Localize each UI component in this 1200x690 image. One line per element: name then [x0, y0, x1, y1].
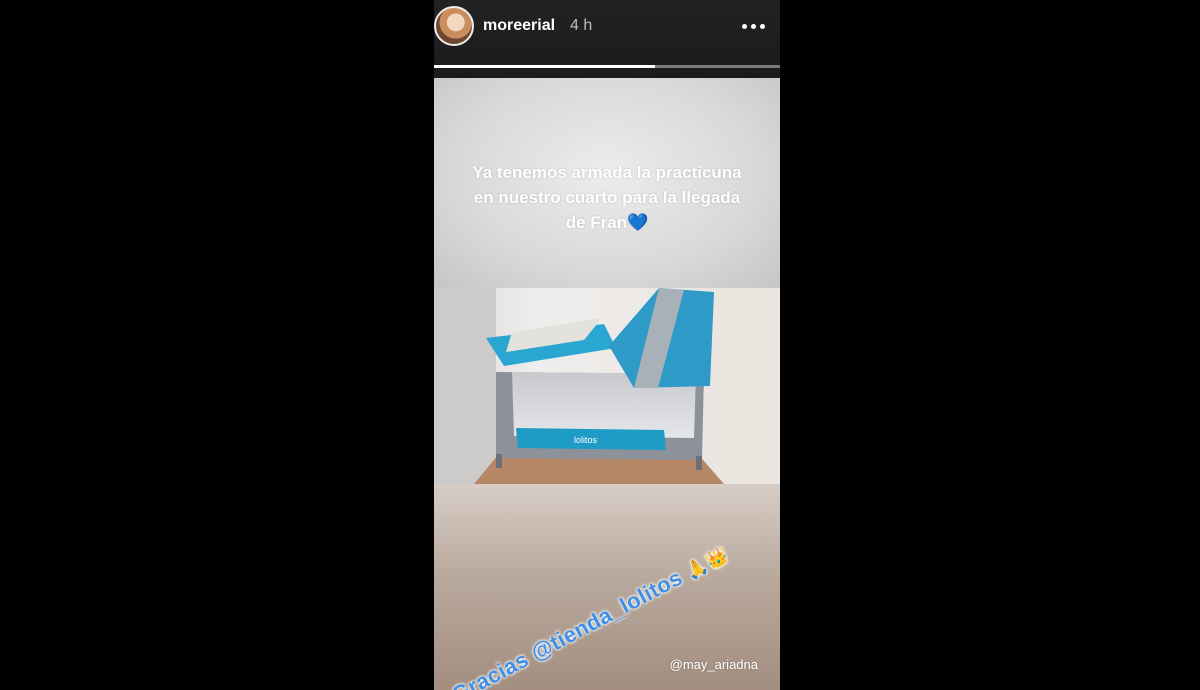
mention-panel: Gracias @tienda_lolitos 🙏👑 @may_ariadna: [434, 484, 780, 690]
right-wall: [714, 288, 780, 484]
mention-text[interactable]: Gracias @tienda_lolitos: [448, 565, 687, 690]
photo-credit-mention[interactable]: @may_ariadna: [670, 657, 758, 672]
story-progress-bar: [434, 65, 780, 68]
post-time: 4 h: [570, 17, 593, 34]
caption-panel: Ya tenemos armada la practicuna en nuest…: [434, 78, 780, 288]
crib-illustration: lolitos: [434, 288, 780, 484]
more-options-icon[interactable]: [740, 13, 770, 39]
crib-photo: lolitos: [434, 288, 780, 484]
blue-heart-icon: 💙: [627, 213, 649, 232]
username[interactable]: moreerial: [483, 17, 555, 35]
caption-line-2: en nuestro cuarto para la llegada: [473, 188, 741, 207]
crib-brand-label: lolitos: [574, 435, 598, 445]
user-avatar[interactable]: [434, 6, 474, 46]
story-viewer[interactable]: moreerial 4 h Ya tenemos armada la pract…: [434, 0, 780, 690]
left-wall: [434, 288, 496, 484]
story-progress-fill: [434, 65, 656, 68]
story-header: moreerial 4 h: [434, 0, 780, 78]
caption-line-1: Ya tenemos armada la practicuna: [472, 163, 742, 182]
story-caption: Ya tenemos armada la practicuna en nuest…: [444, 160, 770, 235]
crib-leg-right: [696, 456, 702, 470]
crib-leg-left: [496, 454, 502, 468]
caption-line-3-text: de Fran: [565, 213, 628, 232]
caption-line-3: de Fran💙: [444, 210, 770, 235]
